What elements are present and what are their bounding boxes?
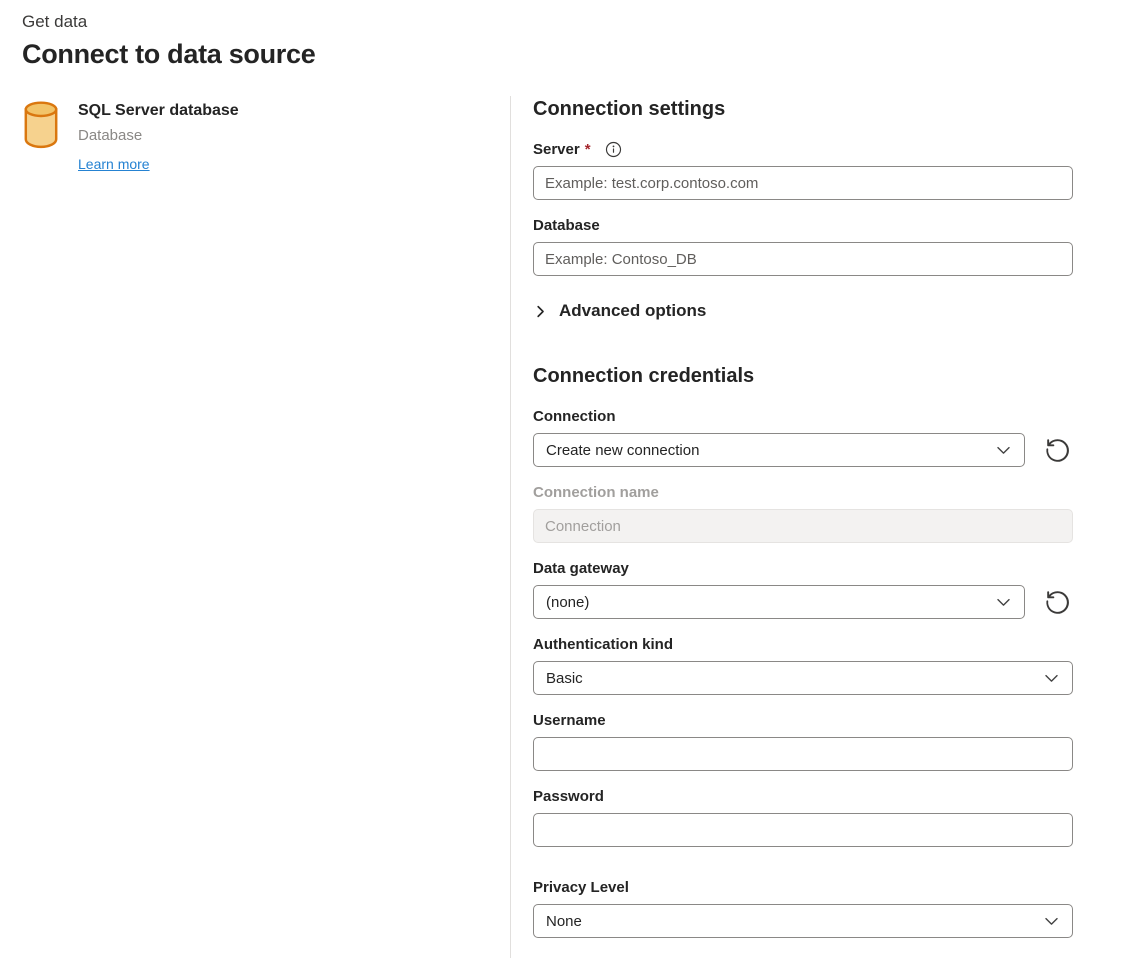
chevron-down-icon (1043, 670, 1060, 687)
privacy-level-dropdown[interactable]: None (533, 904, 1073, 938)
connect-to-data-source-page: Get data Connect to data source SQL Serv… (0, 0, 1138, 958)
connection-settings-heading: Connection settings (533, 98, 1138, 121)
authentication-kind-label: Authentication kind (533, 636, 1073, 653)
data-gateway-dropdown[interactable]: (none) (533, 585, 1025, 619)
database-cylinder-icon (22, 100, 60, 174)
connection-name-input (533, 509, 1073, 543)
chevron-down-icon (1043, 913, 1060, 930)
authentication-kind-dropdown-value: Basic (546, 670, 583, 687)
chevron-down-icon (995, 442, 1012, 459)
source-panel: SQL Server database Database Learn more (22, 96, 510, 958)
password-label: Password (533, 788, 1073, 805)
advanced-options-label: Advanced options (559, 301, 706, 321)
connection-name-label: Connection name (533, 484, 1073, 501)
database-field: Database (533, 217, 1073, 276)
server-label: Server (533, 141, 580, 158)
source-card-text: SQL Server database Database Learn more (78, 100, 239, 174)
privacy-level-label: Privacy Level (533, 879, 1073, 896)
connection-credentials-heading: Connection credentials (533, 365, 1138, 388)
connection-dropdown-value: Create new connection (546, 442, 699, 459)
page-title: Connect to data source (22, 39, 1138, 70)
refresh-icon (1042, 587, 1073, 618)
source-name: SQL Server database (78, 100, 239, 120)
refresh-connections-button[interactable] (1042, 434, 1073, 466)
advanced-options-toggle[interactable]: Advanced options (533, 301, 1138, 321)
chevron-down-icon (995, 594, 1012, 611)
connection-dropdown[interactable]: Create new connection (533, 433, 1025, 467)
database-input[interactable] (533, 242, 1073, 276)
connection-name-field: Connection name (533, 484, 1073, 543)
data-gateway-field: Data gateway (none) (533, 560, 1073, 619)
authentication-kind-field: Authentication kind Basic (533, 636, 1073, 695)
connection-form-panel: Connection settings Server * (510, 96, 1138, 958)
data-gateway-label: Data gateway (533, 560, 1073, 577)
refresh-gateways-button[interactable] (1042, 586, 1073, 618)
content-area: SQL Server database Database Learn more … (22, 96, 1138, 958)
connection-field: Connection Create new connection (533, 408, 1073, 467)
required-marker: * (585, 141, 591, 158)
database-label: Database (533, 217, 1073, 234)
password-input[interactable] (533, 813, 1073, 847)
username-label: Username (533, 712, 1073, 729)
chevron-right-icon (533, 304, 548, 319)
username-input[interactable] (533, 737, 1073, 771)
privacy-level-field: Privacy Level None (533, 879, 1073, 938)
data-gateway-dropdown-value: (none) (546, 594, 589, 611)
password-field: Password (533, 788, 1073, 847)
learn-more-link[interactable]: Learn more (78, 156, 150, 172)
data-source-card: SQL Server database Database Learn more (22, 100, 510, 174)
authentication-kind-dropdown[interactable]: Basic (533, 661, 1073, 695)
privacy-level-dropdown-value: None (546, 913, 582, 930)
data-gateway-control-row: (none) (533, 577, 1073, 619)
username-field: Username (533, 712, 1073, 771)
info-icon[interactable] (605, 141, 622, 158)
source-type: Database (78, 127, 239, 144)
server-label-row: Server * (533, 141, 1073, 158)
server-field: Server * (533, 141, 1073, 200)
breadcrumb: Get data (22, 12, 1138, 32)
refresh-icon (1042, 435, 1073, 466)
connection-control-row: Create new connection (533, 425, 1073, 467)
connection-label: Connection (533, 408, 1073, 425)
server-input[interactable] (533, 166, 1073, 200)
